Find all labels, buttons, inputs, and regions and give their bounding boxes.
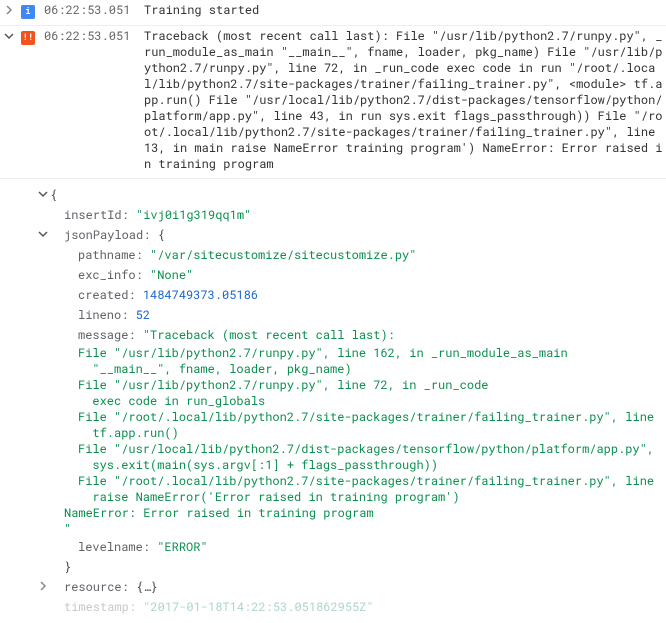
json-root-open[interactable]: {	[36, 185, 666, 205]
error-icon: !!	[21, 31, 35, 45]
json-field-levelname[interactable]: levelname: "ERROR"	[36, 537, 666, 557]
json-field-resource[interactable]: resource: {…}	[36, 577, 666, 597]
json-field-message[interactable]: message: "Traceback (most recent call la…	[36, 325, 666, 345]
log-message: Traceback (most recent call last): File …	[138, 28, 666, 172]
json-field-timestamp[interactable]: timestamp: "2017-01-18T14:22:53.05186295…	[36, 597, 666, 617]
json-field-jsonpayload[interactable]: jsonPayload: {	[36, 225, 666, 245]
log-expanded-json: { insertId: "ivj0i1g319qq1m" jsonPayload…	[0, 179, 666, 623]
log-row-error[interactable]: !! 06:22:53.051 Traceback (most recent c…	[0, 26, 666, 179]
expand-arrow[interactable]	[0, 2, 18, 19]
log-timestamp: 06:22:53.051	[38, 2, 138, 18]
caret-down-icon[interactable]	[36, 225, 50, 245]
info-icon: i	[21, 5, 35, 19]
severity-badge-info: i	[18, 2, 38, 19]
collapse-arrow[interactable]	[0, 28, 18, 45]
caret-down-icon[interactable]	[36, 185, 50, 205]
json-payload-close: }	[36, 557, 666, 577]
json-field-lineno[interactable]: lineno: 52	[36, 305, 666, 325]
json-field-pathname[interactable]: pathname: "/var/sitecustomize/sitecustom…	[36, 245, 666, 265]
json-message-body: File "/usr/lib/python2.7/runpy.py", line…	[36, 345, 666, 537]
brace-open: {	[50, 185, 57, 205]
severity-badge-error: !!	[18, 28, 38, 45]
json-field-insertid[interactable]: insertId: "ivj0i1g319qq1m"	[36, 205, 666, 225]
json-field-excinfo[interactable]: exc_info: "None"	[36, 265, 666, 285]
json-field-created[interactable]: created: 1484749373.05186	[36, 285, 666, 305]
caret-right-icon[interactable]	[36, 577, 50, 597]
log-message: Training started	[138, 2, 666, 18]
log-timestamp: 06:22:53.051	[38, 28, 138, 44]
log-row-info[interactable]: i 06:22:53.051 Training started	[0, 0, 666, 26]
